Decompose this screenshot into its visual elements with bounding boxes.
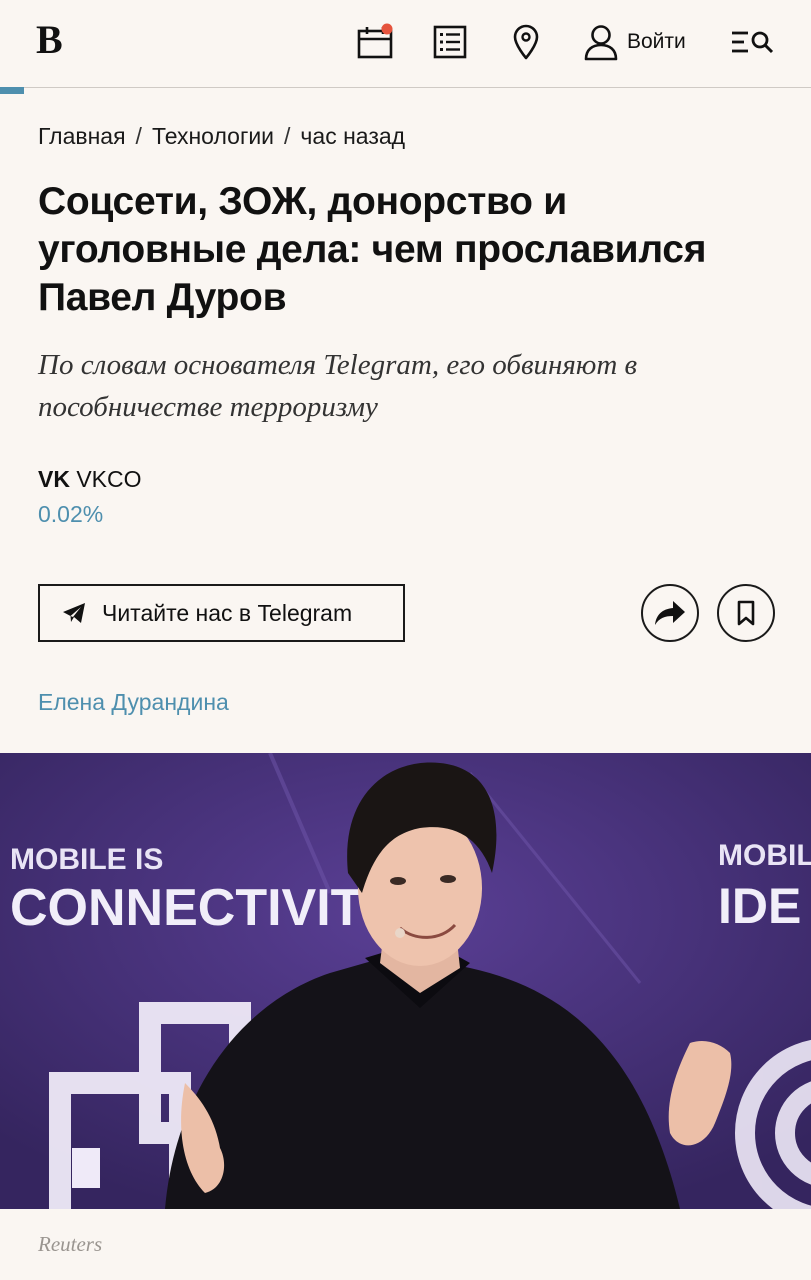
breadcrumb-section[interactable]: Технологии	[152, 120, 274, 152]
share-arrow-icon	[655, 601, 685, 625]
list-icon	[433, 25, 467, 59]
breadcrumb-separator: /	[284, 123, 291, 149]
bookmark-button[interactable]	[717, 584, 775, 642]
telegram-button-label: Читайте нас в Telegram	[102, 599, 353, 626]
reading-progress-bar	[0, 87, 811, 94]
login-label: Войти	[627, 30, 686, 53]
ticker-name: VK	[38, 466, 70, 492]
banner-right-line2: IDE	[718, 878, 801, 934]
notification-dot	[381, 23, 393, 35]
calendar-button[interactable]	[355, 22, 395, 62]
photo-illustration: MOBILE IS CONNECTIVITY MOBILE IDE	[0, 753, 811, 1209]
login-button[interactable]: Войти	[583, 22, 686, 62]
site-logo[interactable]: В	[36, 18, 63, 62]
breadcrumb-time: час назад	[300, 123, 406, 149]
breadcrumb-home[interactable]: Главная	[38, 120, 126, 152]
location-button[interactable]	[506, 22, 546, 62]
author-name[interactable]: Елена Дурандина	[38, 686, 229, 718]
reading-progress-fill	[0, 87, 25, 94]
bookmark-icon	[737, 600, 755, 626]
ticker-symbol: VKCO	[76, 466, 142, 492]
news-list-button[interactable]	[430, 22, 470, 62]
article-photo: MOBILE IS CONNECTIVITY MOBILE IDE	[0, 753, 811, 1209]
article-subtitle: По словам основателя Telegram, его обвин…	[38, 349, 638, 423]
calendar-icon	[357, 23, 393, 59]
location-pin-icon	[513, 24, 539, 60]
banner-right-line1: MOBILE	[718, 839, 811, 872]
user-icon	[584, 25, 618, 61]
telegram-subscribe-button[interactable]: Читайте нас в Telegram	[38, 584, 405, 642]
stock-ticker[interactable]: VK VKCO	[38, 464, 142, 494]
ticker-change: 0.02%	[38, 501, 104, 527]
top-bar: В Войти	[0, 0, 811, 88]
menu-search-button[interactable]	[730, 22, 776, 62]
menu-search-icon	[732, 31, 774, 54]
breadcrumb-separator: /	[135, 123, 142, 149]
telegram-icon	[63, 603, 85, 623]
banner-left-line1: MOBILE IS	[10, 843, 163, 876]
article-title: Соцсети, ЗОЖ, донорство и уголовные дела…	[38, 180, 707, 319]
breadcrumb: Главная / Технологии / час назад	[38, 120, 405, 152]
banner-left-line2: CONNECTIVITY	[10, 879, 397, 937]
photo-credit: Reuters	[38, 1232, 103, 1256]
share-button[interactable]	[641, 584, 699, 642]
